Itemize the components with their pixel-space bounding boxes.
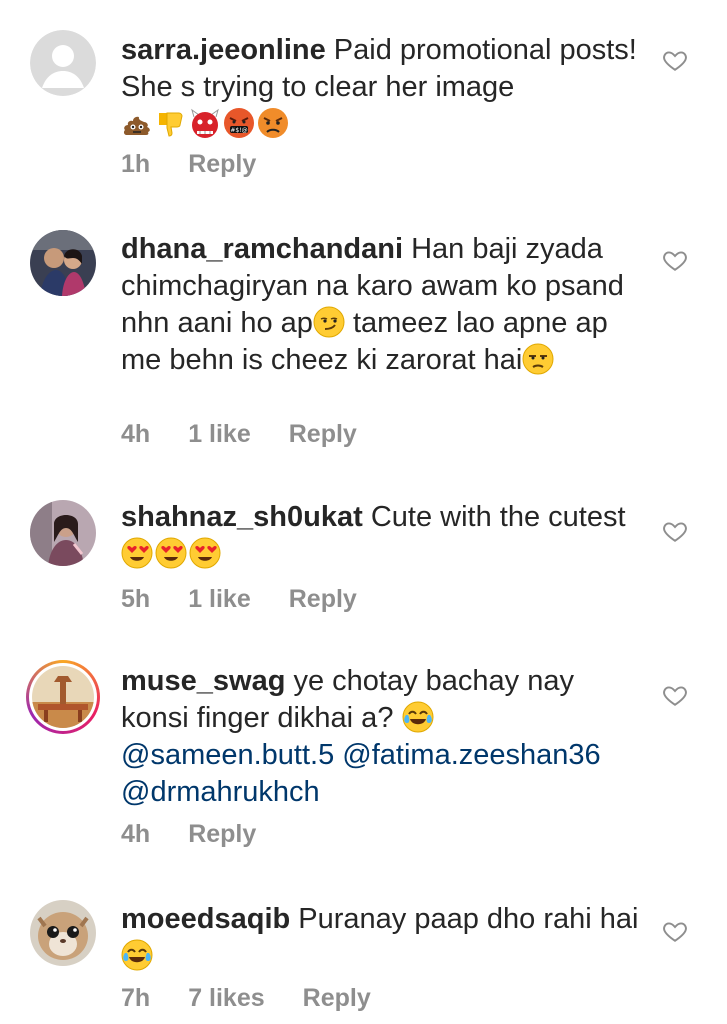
- likes-count[interactable]: 1 like: [188, 420, 251, 449]
- avatar[interactable]: [30, 230, 96, 296]
- default-avatar-icon: [30, 30, 96, 96]
- heart-eyes-icon: [155, 537, 187, 569]
- heart-icon[interactable]: [662, 918, 688, 944]
- comment-meta: 7h 7 likes Reply: [121, 984, 371, 1013]
- ogre-icon: [189, 107, 221, 139]
- likes-count[interactable]: 7 likes: [188, 984, 264, 1013]
- reply-button[interactable]: Reply: [289, 420, 357, 449]
- heart-icon[interactable]: [662, 247, 688, 273]
- heart-icon[interactable]: [662, 518, 688, 544]
- username[interactable]: muse_swag: [121, 665, 285, 697]
- mention-link[interactable]: @sameen.butt.5: [121, 739, 334, 771]
- timestamp: 4h: [121, 820, 151, 848]
- heart-eyes-icon: [121, 537, 153, 569]
- pile-of-poo-icon: [121, 107, 153, 139]
- profile-photo-icon: [32, 666, 94, 728]
- comment-meta: 5h 1 like Reply: [121, 585, 357, 614]
- emoji-row: [121, 537, 221, 569]
- comment-meta: 1h Reply: [121, 150, 256, 179]
- unamused-face-icon: [522, 343, 554, 375]
- likes-count[interactable]: 1 like: [188, 585, 251, 614]
- comment-body: shahnaz_sh0ukat Cute with the cutest: [121, 499, 641, 573]
- tears-of-joy-icon: [121, 939, 153, 971]
- comment-meta: 4h Reply: [121, 820, 256, 849]
- thumbs-down-icon: [155, 107, 187, 139]
- avatar-placeholder[interactable]: [30, 30, 96, 96]
- timestamp: 1h: [121, 150, 151, 178]
- comment-text: Puranay paap dho rahi hai: [298, 903, 639, 935]
- avatar[interactable]: [30, 900, 96, 966]
- mention-link[interactable]: @drmahrukhch: [121, 776, 320, 808]
- emoji-row: #$!@: [121, 107, 289, 139]
- comment-meta: 4h 1 like Reply: [121, 420, 357, 449]
- comment-body: muse_swag ye chotay bachay nay konsi fin…: [121, 663, 641, 811]
- comment-text: Cute with the cutest: [370, 501, 626, 533]
- timestamp: 5h: [121, 585, 151, 613]
- profile-photo-icon: [30, 500, 96, 566]
- face-with-symbols-icon: #$!@: [223, 107, 255, 139]
- comment-body: sarra.jeeonline Paid promotional posts! …: [121, 32, 641, 143]
- smirking-face-icon: [313, 306, 345, 338]
- avatar-story-ring[interactable]: [26, 660, 100, 734]
- timestamp: 4h: [121, 420, 151, 448]
- username[interactable]: dhana_ramchandani: [121, 233, 403, 265]
- reply-button[interactable]: Reply: [289, 585, 357, 614]
- username[interactable]: shahnaz_sh0ukat: [121, 501, 363, 533]
- angry-face-icon: [257, 107, 289, 139]
- profile-photo-icon: [30, 230, 96, 296]
- comment-body: dhana_ramchandani Han baji zyada chimcha…: [121, 231, 641, 379]
- avatar: [32, 666, 94, 728]
- reply-button[interactable]: Reply: [188, 150, 256, 179]
- reply-button[interactable]: Reply: [303, 984, 371, 1013]
- mention-link[interactable]: @fatima.zeeshan36: [342, 739, 600, 771]
- avatar[interactable]: [30, 500, 96, 566]
- heart-icon[interactable]: [662, 47, 688, 73]
- heart-icon[interactable]: [662, 682, 688, 708]
- tears-of-joy-icon: [402, 701, 434, 733]
- profile-photo-icon: [30, 900, 96, 966]
- username[interactable]: moeedsaqib: [121, 903, 290, 935]
- heart-eyes-icon: [189, 537, 221, 569]
- comment-body: moeedsaqib Puranay paap dho rahi hai: [121, 901, 641, 975]
- reply-button[interactable]: Reply: [188, 820, 256, 849]
- timestamp: 7h: [121, 984, 151, 1012]
- svg-text:#$!@: #$!@: [230, 127, 247, 134]
- username[interactable]: sarra.jeeonline: [121, 34, 326, 66]
